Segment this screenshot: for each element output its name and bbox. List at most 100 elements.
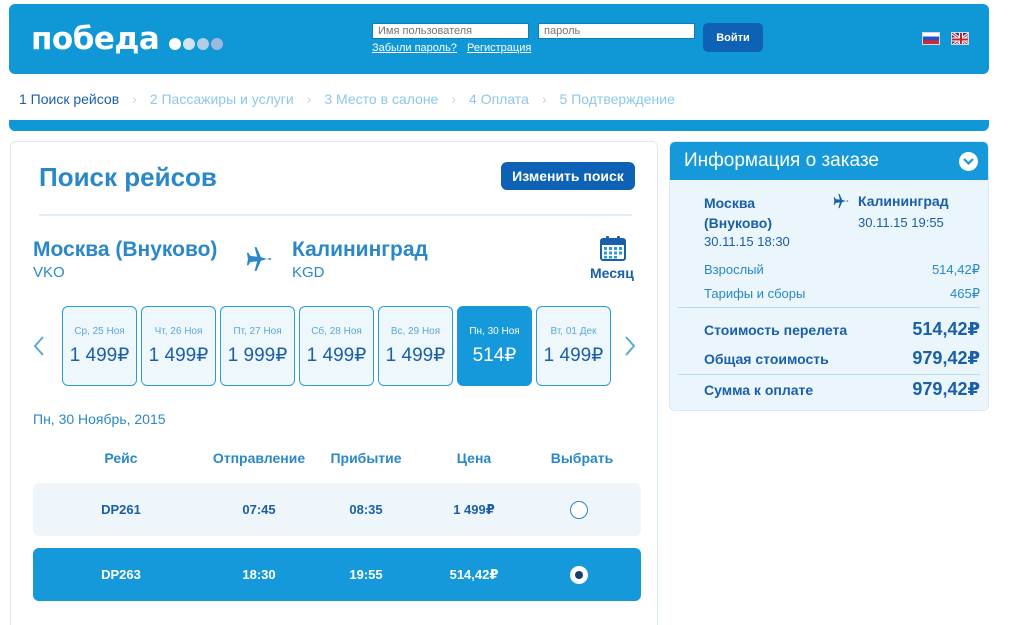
order-departure-datetime: 30.11.15 18:30	[704, 234, 790, 249]
flight-radio-checked[interactable]	[570, 565, 588, 584]
date-card-day: Ср, 25 Ноя	[74, 326, 125, 337]
order-info-panel: Информация о заказе Москва (Внуково) 30.…	[669, 141, 989, 411]
total-cost-label: Общая стоимость	[704, 351, 829, 367]
order-destination-city: Калининград	[858, 193, 949, 209]
step-payment: 4 Оплата	[469, 91, 529, 107]
divider	[39, 214, 632, 216]
date-card-selected[interactable]: Пн, 30 Ноя 514₽	[457, 306, 532, 386]
column-header-select: Выбрать	[550, 450, 614, 466]
date-carousel: Ср, 25 Ноя 1 499₽ Чт, 26 Ноя 1 499₽ Пт, …	[62, 306, 622, 386]
header-bar: победа Забыли пароль? Регистрация Войти	[9, 4, 989, 74]
departure-time: 18:30	[242, 567, 276, 582]
flight-cost-line: Стоимость перелета 514,42₽	[704, 319, 980, 339]
date-card-day: Вт, 01 Дек	[550, 326, 597, 337]
total-cost-line: Общая стоимость 979,42₽	[704, 348, 980, 368]
step-separator-icon: ›	[132, 91, 137, 107]
date-card-day: Пн, 30 Ноя	[469, 326, 520, 337]
step-seat: 3 Место в салоне	[324, 91, 439, 107]
date-card-price: 1 499₽	[306, 345, 367, 366]
date-card[interactable]: Вт, 01 Дек 1 499₽	[536, 306, 611, 386]
amount-due-value: 979,42₽	[912, 379, 980, 399]
flight-cost-label: Стоимость перелета	[704, 322, 848, 338]
origin-code: VKO	[33, 264, 65, 281]
arrival-time: 08:35	[349, 502, 383, 517]
divider	[678, 307, 980, 308]
select-cell	[519, 483, 639, 536]
column-header-flight: Рейс	[104, 450, 138, 466]
plane-icon	[246, 247, 272, 271]
logo-dots-icon	[169, 37, 225, 51]
date-card-price: 1 499₽	[543, 345, 604, 366]
adult-fare-value: 514,42₽	[931, 262, 980, 277]
flight-radio[interactable]	[570, 500, 588, 519]
step-separator-icon: ›	[541, 91, 547, 107]
date-card-day: Сб, 28 Ноя	[311, 326, 362, 337]
date-card-price: 1 999₽	[227, 345, 288, 366]
adult-fare-label: Взрослый	[704, 262, 764, 277]
amount-due-line: Сумма к оплате 979,42₽	[704, 379, 980, 399]
steps-breadcrumb: 1 Поиск рейсов › 2 Пассажиры и услуги › 3 Ме…	[19, 91, 675, 107]
flag-ru-icon[interactable]	[922, 32, 940, 45]
step-confirmation: 5 Подтверждение	[559, 91, 675, 107]
table-row-selected[interactable]: DP263 18:30 19:55 514,42₽	[33, 548, 641, 601]
date-card[interactable]: Чт, 26 Ноя 1 499₽	[141, 306, 216, 386]
date-card-price: 1 499₽	[148, 345, 209, 366]
change-search-button[interactable]: Изменить поиск	[501, 162, 635, 190]
steps-bar	[9, 120, 989, 131]
username-input[interactable]	[372, 23, 529, 39]
step-search[interactable]: 1 Поиск рейсов	[19, 91, 119, 107]
chevron-right-icon[interactable]	[623, 334, 637, 358]
register-link[interactable]: Регистрация	[467, 42, 531, 54]
selected-date: Пн, 30 Ноябрь, 2015	[33, 411, 166, 427]
flight-price: 514,42₽	[449, 566, 499, 582]
date-card-price: 1 499₽	[385, 345, 446, 366]
column-header-departure: Отправление	[212, 450, 306, 466]
date-card-price: 514₽	[472, 345, 517, 366]
date-card[interactable]: Сб, 28 Ноя 1 499₽	[299, 306, 374, 386]
order-info-header[interactable]: Информация о заказе	[670, 142, 988, 180]
divider	[678, 374, 980, 375]
flight-number: DP261	[101, 502, 141, 517]
column-header-arrival: Прибытие	[330, 450, 402, 466]
plane-icon	[833, 193, 849, 209]
arrival-time: 19:55	[349, 567, 383, 582]
flight-search-panel: Поиск рейсов Изменить поиск Москва (Внук…	[10, 141, 658, 625]
step-passengers: 2 Пассажиры и услуги	[149, 91, 294, 107]
date-card[interactable]: Вс, 29 Ноя 1 499₽	[378, 306, 453, 386]
flight-cost-value: 514,42₽	[912, 319, 980, 339]
date-card[interactable]: Пт, 27 Ноя 1 999₽	[220, 306, 295, 386]
column-header-price: Цена	[456, 450, 492, 466]
fees-label: Тарифы и сборы	[704, 286, 806, 301]
chevron-down-icon[interactable]	[959, 152, 978, 171]
fees-line: Тарифы и сборы 465₽	[704, 286, 980, 301]
flight-number: DP263	[101, 567, 141, 582]
table-row[interactable]: DP261 07:45 08:35 1 499₽	[33, 483, 641, 536]
select-cell	[519, 548, 639, 601]
date-card-day: Пт, 27 Ноя	[233, 326, 282, 337]
date-card-day: Вс, 29 Ноя	[390, 326, 441, 337]
order-origin-city: Москва (Внуково)	[704, 195, 773, 231]
flight-price: 1 499₽	[453, 501, 495, 517]
step-separator-icon: ›	[451, 91, 457, 107]
adult-fare-line: Взрослый 514,42₽	[704, 262, 980, 277]
total-cost-value: 979,42₽	[912, 348, 980, 368]
date-card-day: Чт, 26 Ноя	[154, 326, 203, 337]
month-view-link[interactable]: Месяц	[590, 265, 634, 281]
fees-value: 465₽	[950, 286, 980, 301]
amount-due-label: Сумма к оплате	[704, 382, 814, 398]
forgot-password-link[interactable]: Забыли пароль?	[372, 42, 457, 54]
destination-city: Калининград	[292, 238, 428, 261]
origin-city: Москва (Внуково)	[33, 238, 218, 261]
login-button[interactable]: Войти	[703, 23, 763, 52]
departure-time: 07:45	[242, 502, 276, 517]
password-input[interactable]	[538, 23, 695, 39]
destination-code: KGD	[292, 264, 325, 281]
logo[interactable]: победа	[31, 22, 160, 56]
flag-en-icon[interactable]	[951, 32, 969, 45]
date-card[interactable]: Ср, 25 Ноя 1 499₽	[62, 306, 137, 386]
chevron-left-icon[interactable]	[32, 334, 46, 358]
order-arrival-datetime: 30.11.15 19:55	[858, 215, 944, 230]
order-info-title: Информация о заказе	[684, 150, 879, 171]
page-title: Поиск рейсов	[39, 162, 217, 192]
calendar-icon[interactable]	[600, 236, 626, 261]
